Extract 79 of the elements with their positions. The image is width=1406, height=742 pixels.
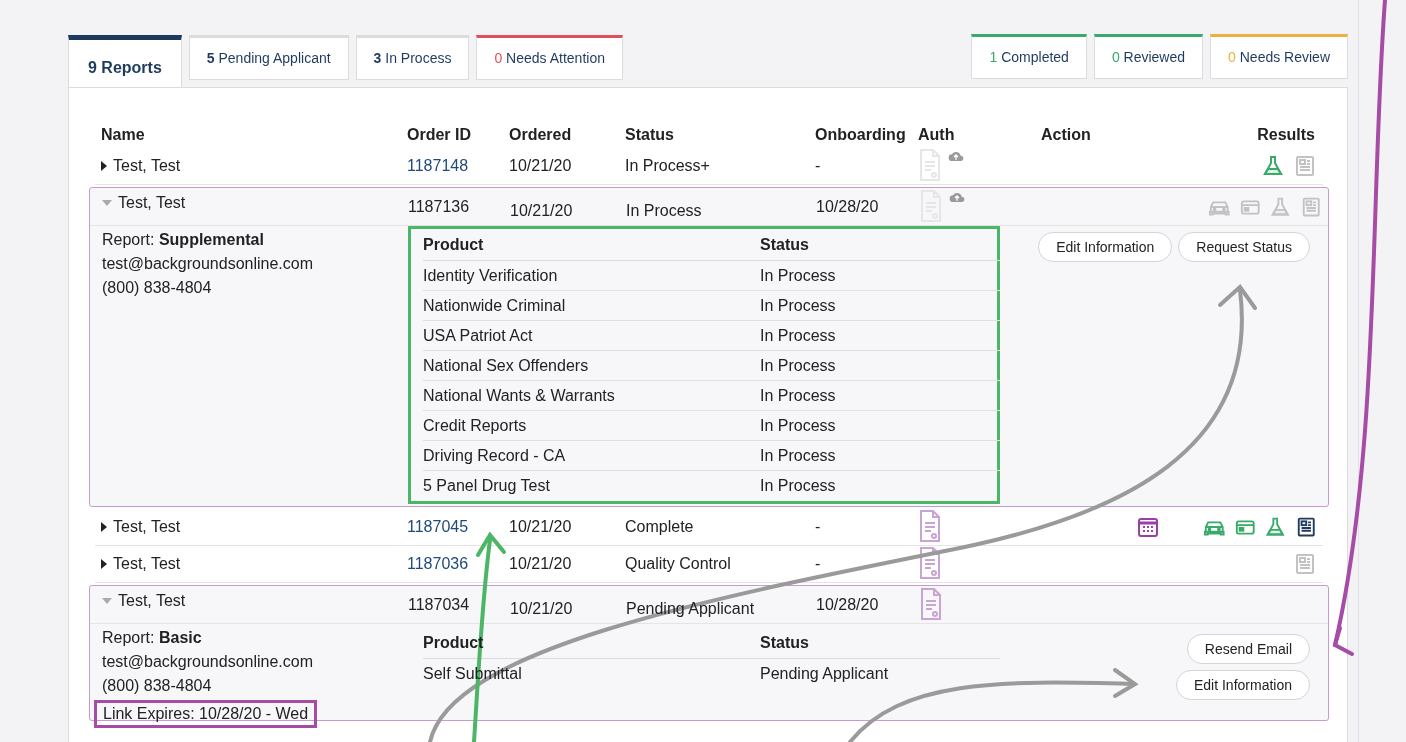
disclosure-triangle-icon[interactable]: [101, 559, 107, 569]
status-text: Pending Applicant: [626, 598, 755, 619]
report-tab[interactable]: 0 Needs Attention: [476, 35, 623, 80]
order-id-link[interactable]: 1187036: [407, 555, 469, 572]
order-id-link[interactable]: 1187045: [407, 518, 469, 535]
product-status: In Process: [760, 265, 837, 286]
applicant-name: Test, Test: [113, 517, 181, 537]
report-tab[interactable]: 0 Reviewed: [1093, 34, 1204, 79]
report-tab[interactable]: 3 In Process: [355, 35, 470, 80]
report-tab[interactable]: 5 Pending Applicant: [188, 35, 349, 80]
email-address: test@backgroundsonline.com: [102, 254, 315, 274]
document-icon[interactable]: [918, 510, 942, 544]
product-name: Identity Verification: [423, 265, 559, 286]
column-header: Status: [760, 234, 810, 255]
action-button[interactable]: Edit Information: [1175, 670, 1310, 700]
report-tab[interactable]: 9 Reports: [68, 35, 182, 87]
applicant-name: Test, Test: [113, 554, 181, 574]
product-status: In Process: [760, 415, 837, 436]
document-icon[interactable]: [919, 587, 943, 622]
column-header: Status: [625, 125, 675, 145]
report-type-label: Report: Supplemental: [102, 230, 265, 250]
ordered-date: 10/21/20: [509, 555, 572, 572]
product-status: In Process: [760, 445, 837, 466]
applicant-name: Test, Test: [118, 192, 186, 213]
disclosure-triangle-icon[interactable]: [101, 161, 107, 171]
action-button[interactable]: Resend Email: [1186, 634, 1310, 664]
onboarding-date: -: [815, 157, 821, 174]
flask-icon[interactable]: [1261, 154, 1285, 178]
status-text: Complete: [625, 518, 694, 535]
product-status: In Process: [760, 385, 837, 406]
ordered-date: 10/21/20: [510, 598, 573, 619]
report-tab[interactable]: 1 Completed: [971, 34, 1087, 79]
ordered-date: 10/21/20: [509, 157, 572, 174]
status-text: Quality Control: [625, 555, 731, 572]
applicant-name: Test, Test: [113, 156, 181, 176]
product-name: Driving Record - CA: [423, 445, 567, 466]
product-name: Credit Reports: [423, 415, 528, 436]
product-status: In Process: [760, 476, 837, 496]
product-name: National Sex Offenders: [423, 355, 590, 376]
report-type-label: Report: Basic: [102, 628, 203, 648]
report-tab[interactable]: 0 Needs Review: [1210, 34, 1348, 79]
column-header: Order ID: [407, 125, 472, 145]
disclosure-triangle-icon[interactable]: [101, 522, 107, 532]
onboarding-date: -: [815, 555, 821, 572]
order-id: 1187034: [408, 595, 470, 613]
product-name: USA Patriot Act: [423, 325, 534, 346]
calendar-icon[interactable]: [1136, 515, 1160, 539]
column-header: Product: [423, 234, 485, 255]
ordered-date: 10/21/20: [510, 200, 573, 221]
phone-number: (800) 838-4804: [102, 278, 213, 298]
order-id: 1187136: [408, 197, 470, 215]
link-expiry-text: Link Expires: 10/28/20 - Wed: [94, 700, 318, 728]
column-header: Results: [1256, 125, 1316, 145]
column-header: Name: [101, 125, 146, 145]
product-status: In Process: [760, 355, 837, 376]
product-name: National Wants & Warrants: [423, 385, 616, 406]
action-button[interactable]: Request Status: [1178, 232, 1310, 262]
product-name: 5 Panel Drug Test: [423, 476, 551, 496]
document-icon[interactable]: [918, 547, 942, 581]
column-header: Ordered: [509, 125, 573, 145]
phone-number: (800) 838-4804: [102, 676, 213, 696]
onboarding-date: 10/28/20: [816, 594, 879, 615]
onboarding-date: -: [815, 518, 821, 535]
column-header: Onboarding: [815, 125, 907, 145]
product-status: In Process: [760, 295, 837, 316]
applicant-name: Test, Test: [118, 590, 186, 611]
order-id-link[interactable]: 1187148: [407, 157, 469, 174]
column-header: Status: [760, 632, 810, 653]
column-header: Auth: [918, 125, 956, 145]
product-status: In Process: [760, 325, 837, 346]
product-status: Pending Applicant: [760, 664, 890, 684]
status-text: In Process+: [625, 157, 710, 174]
column-header: Action: [1041, 125, 1092, 145]
email-address: test@backgroundsonline.com: [102, 652, 315, 672]
ordered-date: 10/21/20: [509, 518, 572, 535]
status-text: In Process: [626, 200, 702, 221]
product-name: Nationwide Criminal: [423, 295, 567, 316]
onboarding-date: 10/28/20: [816, 196, 879, 217]
action-button[interactable]: Edit Information: [1038, 232, 1173, 262]
